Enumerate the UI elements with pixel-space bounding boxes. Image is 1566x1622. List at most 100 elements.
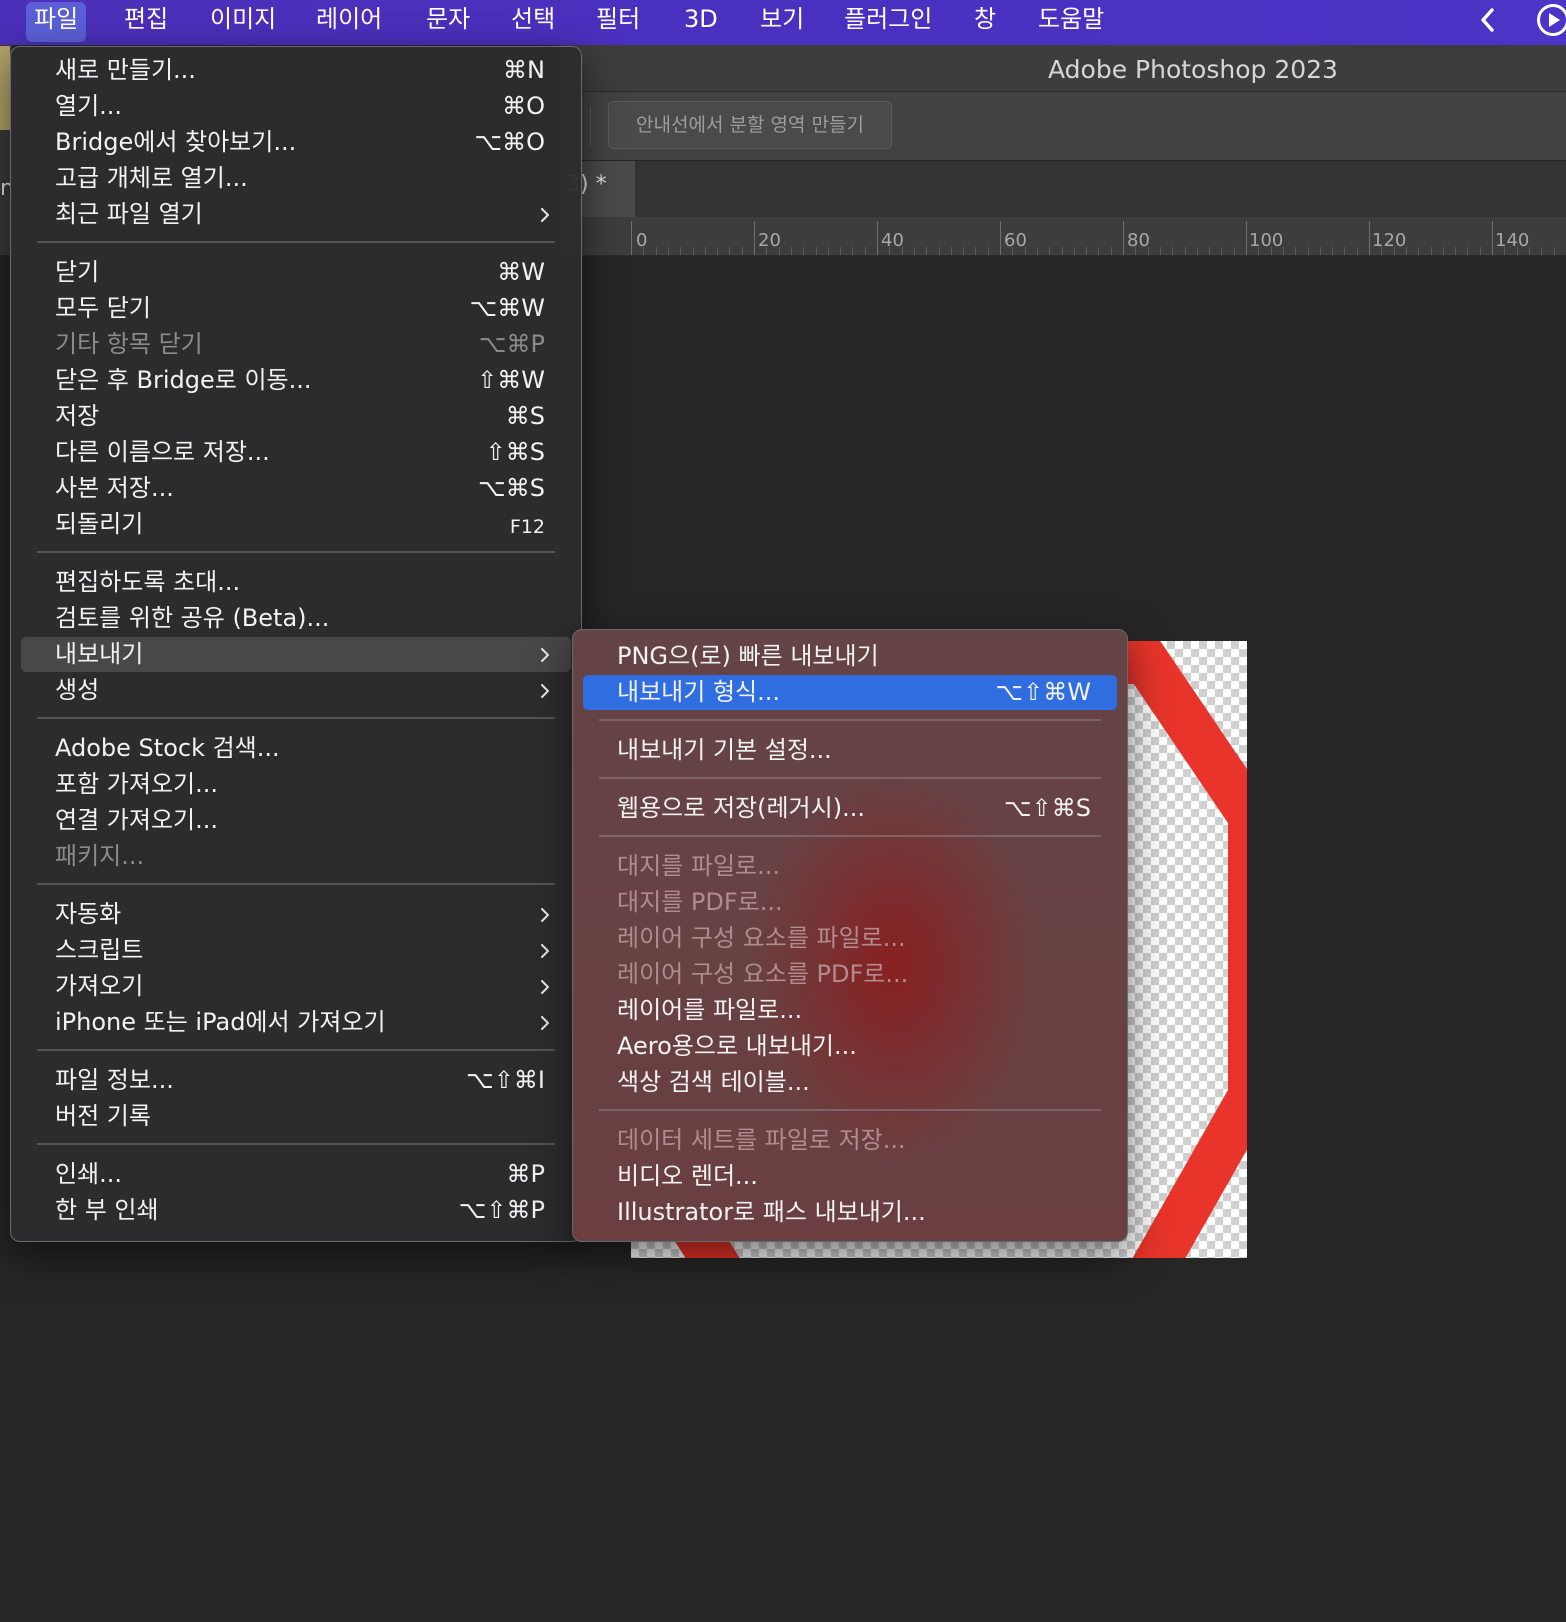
file-menu-item[interactable]: 열기... ⌘O — [21, 89, 571, 124]
menu-item-shortcut: ⌥⇧⌘P — [458, 1196, 545, 1224]
menu-item-label: 인쇄... — [55, 1160, 123, 1188]
export-menu-item[interactable]: 색상 검색 테이블... — [583, 1065, 1117, 1100]
chevron-left-icon[interactable] — [1476, 4, 1500, 36]
file-menu-item[interactable]: 되돌리기 F12 — [21, 507, 571, 542]
file-menu-item[interactable]: 한 부 인쇄 ⌥⇧⌘P — [21, 1193, 571, 1228]
ruler-minor-tick — [1356, 247, 1358, 255]
menu-separator — [599, 777, 1101, 779]
ruler-minor-tick — [1344, 247, 1346, 255]
menubar-help[interactable]: 도움말 — [1030, 0, 1112, 45]
menu-item-label: 최근 파일 열기 — [55, 200, 203, 228]
menu-item-label: 고급 개체로 열기... — [55, 164, 248, 192]
ruler-minor-tick — [692, 247, 694, 255]
file-menu-item[interactable]: 스크립트 — [21, 933, 571, 968]
file-menu-item[interactable]: 편집하도록 초대... — [21, 565, 571, 600]
ruler-label: 0 — [636, 230, 648, 251]
ruler-label: 80 — [1127, 230, 1150, 251]
export-menu-item: 대지를 파일로... — [583, 849, 1117, 884]
menubar-filter[interactable]: 필터 — [588, 0, 648, 45]
ruler-minor-tick — [913, 247, 915, 255]
play-circle-icon[interactable] — [1536, 3, 1566, 37]
file-menu-item[interactable]: 인쇄... ⌘P — [21, 1157, 571, 1192]
file-menu-item[interactable]: 검토를 위한 공유 (Beta)... — [21, 601, 571, 636]
ruler-label: 40 — [881, 230, 904, 251]
ruler-minor-tick — [1024, 247, 1026, 255]
menubar-type[interactable]: 문자 — [418, 0, 478, 45]
export-menu-item[interactable]: Aero용으로 내보내기... — [583, 1029, 1117, 1064]
file-menu-item[interactable]: Bridge에서 찾아보기... ⌥⌘O — [21, 125, 571, 160]
ruler-minor-tick — [680, 247, 682, 255]
ruler-minor-tick — [778, 247, 780, 255]
export-menu-item[interactable]: PNG으(로) 빠른 내보내기 — [583, 639, 1117, 674]
export-menu-item[interactable]: 내보내기 형식... ⌥⇧⌘W — [583, 675, 1117, 710]
file-menu-item[interactable]: 새로 만들기... ⌘N — [21, 53, 571, 88]
file-menu-item[interactable]: 내보내기 — [21, 637, 571, 672]
menu-item-shortcut: ⌥⌘O — [474, 128, 545, 156]
file-menu-item[interactable]: Adobe Stock 검색... — [21, 731, 571, 766]
menu-item-label: 패키지... — [55, 842, 145, 870]
file-menu-item[interactable]: 생성 — [21, 673, 571, 708]
file-menu-item[interactable]: 최근 파일 열기 — [21, 197, 571, 232]
export-menu-item[interactable]: 웹용으로 저장(레거시)... ⌥⇧⌘S — [583, 791, 1117, 826]
ruler-minor-tick — [1541, 247, 1543, 255]
export-menu-item[interactable]: Illustrator로 패스 내보내기... — [583, 1195, 1117, 1230]
menubar-plugins[interactable]: 플러그인 — [836, 0, 940, 45]
file-menu-item[interactable]: 저장 ⌘S — [21, 399, 571, 434]
export-menu-item: 레이어 구성 요소를 파일로... — [583, 921, 1117, 956]
file-menu-item[interactable]: 모두 닫기 ⌥⌘W — [21, 291, 571, 326]
ruler-minor-tick — [1233, 247, 1235, 255]
file-menu-item[interactable]: 닫기 ⌘W — [21, 255, 571, 290]
export-menu-item: 데이터 세트를 파일로 저장... — [583, 1123, 1117, 1158]
ruler-minor-tick — [1221, 247, 1223, 255]
menubar-file[interactable]: 파일 — [26, 2, 87, 42]
menu-item-label: 모두 닫기 — [55, 294, 151, 322]
menubar-window[interactable]: 창 — [966, 0, 1004, 45]
file-menu-item[interactable]: 가져오기 — [21, 969, 571, 1004]
export-menu-item: 레이어 구성 요소를 PDF로... — [583, 957, 1117, 992]
ruler-minor-tick — [1528, 247, 1530, 255]
ruler-label: 20 — [758, 230, 781, 251]
ruler-minor-tick — [717, 247, 719, 255]
ruler-minor-tick — [827, 247, 829, 255]
menubar-view[interactable]: 보기 — [752, 0, 812, 45]
ruler-label: 60 — [1004, 230, 1027, 251]
slices-from-guides-button[interactable]: 안내선에서 분할 영역 만들기 — [608, 101, 892, 149]
menubar-edit[interactable]: 편집 — [116, 0, 176, 45]
menu-item-label: 내보내기 형식... — [617, 678, 780, 706]
ruler-minor-tick — [889, 247, 891, 255]
export-submenu: PNG으(로) 빠른 내보내기 내보내기 형식... ⌥⇧⌘W 내보내기 기본 설정.… — [572, 629, 1128, 1242]
export-menu-item[interactable]: 내보내기 기본 설정... — [583, 733, 1117, 768]
window-title-bar: Adobe Photoshop 2023 — [560, 45, 1566, 92]
ruler-minor-tick — [901, 247, 903, 255]
export-menu-item[interactable]: 레이어를 파일로... — [583, 993, 1117, 1028]
file-menu-item[interactable]: 포함 가져오기... — [21, 767, 571, 802]
file-menu-item[interactable]: 고급 개체로 열기... — [21, 161, 571, 196]
menu-item-label: 색상 검색 테이블... — [617, 1068, 810, 1096]
ruler-minor-tick — [1418, 247, 1420, 255]
menubar-image[interactable]: 이미지 — [202, 0, 284, 45]
file-menu-item[interactable]: 다른 이름으로 저장... ⇧⌘S — [21, 435, 571, 470]
menu-item-shortcut: ⌥⌘W — [469, 294, 545, 322]
ruler-minor-tick — [766, 247, 768, 255]
menubar-select[interactable]: 선택 — [503, 0, 563, 45]
menu-item-label: 웹용으로 저장(레거시)... — [617, 794, 865, 822]
file-menu-item[interactable]: 연결 가져오기... — [21, 803, 571, 838]
menu-item-label: 새로 만들기... — [55, 56, 196, 84]
menu-item-label: 되돌리기 — [55, 510, 144, 538]
ruler-minor-tick — [1405, 247, 1407, 255]
menubar-layer[interactable]: 레이어 — [308, 0, 390, 45]
export-menu-item[interactable]: 비디오 렌더... — [583, 1159, 1117, 1194]
file-menu-item[interactable]: 파일 정보... ⌥⇧⌘I — [21, 1063, 571, 1098]
menu-item-label: 레이어를 파일로... — [617, 996, 803, 1024]
ruler-major-tick — [1369, 221, 1370, 255]
ruler-label: 120 — [1372, 230, 1407, 251]
file-menu-item[interactable]: iPhone 또는 iPad에서 가져오기 — [21, 1005, 571, 1040]
file-menu-item[interactable]: 자동화 — [21, 897, 571, 932]
file-menu-item[interactable]: 닫은 후 Bridge로 이동... ⇧⌘W — [21, 363, 571, 398]
file-menu-item[interactable]: 사본 저장... ⌥⌘S — [21, 471, 571, 506]
menubar-3d[interactable]: 3D — [676, 0, 726, 45]
file-menu-item[interactable]: 버전 기록 — [21, 1099, 571, 1134]
menu-separator — [599, 1109, 1101, 1111]
menu-item-label: 자동화 — [55, 900, 122, 928]
ruler-minor-tick — [840, 247, 842, 255]
